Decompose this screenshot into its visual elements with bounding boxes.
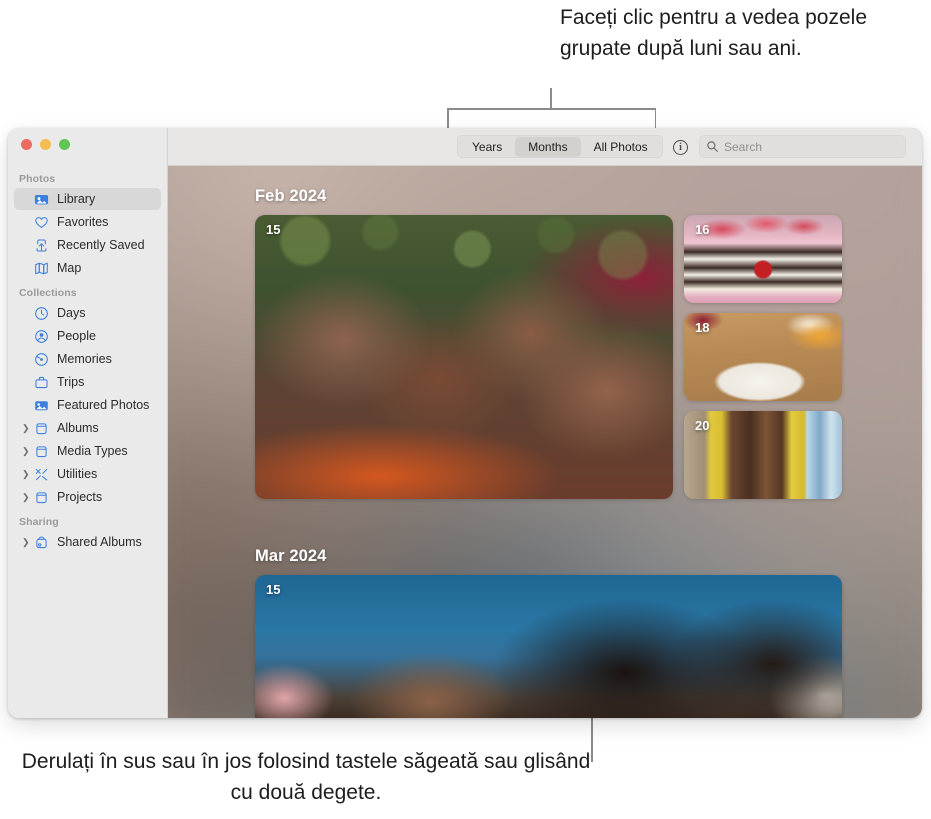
sidebar-item-utilities[interactable]: ❯ Utilities <box>14 463 161 485</box>
chevron-right-icon[interactable]: ❯ <box>22 446 32 456</box>
search-input[interactable]: Search <box>699 135 906 158</box>
sidebar-item-label: Albums <box>57 421 99 435</box>
tools-icon <box>33 467 50 482</box>
chevron-right-icon[interactable]: ❯ <box>22 469 32 479</box>
sidebar-item-days[interactable]: ❯Days <box>14 302 161 324</box>
sidebar-item-label: Featured Photos <box>57 398 150 412</box>
sidebar-item-label: Shared Albums <box>57 535 142 549</box>
clock-icon <box>33 306 50 321</box>
chevron-right-icon[interactable]: ❯ <box>22 423 32 433</box>
sidebar-section-header-sharing: Sharing <box>19 516 59 528</box>
sidebar-item-map[interactable]: ❯Map <box>14 257 161 279</box>
photo-feb-1[interactable]: 16 <box>684 215 842 303</box>
sidebar-item-label: Library <box>57 192 96 206</box>
month-header-mar: Mar 2024 <box>255 547 327 565</box>
segment-months[interactable]: Months <box>515 137 581 156</box>
photo-date-badge: 20 <box>695 418 710 433</box>
suitcase-icon <box>33 375 50 390</box>
sidebar-item-projects[interactable]: ❯ Projects <box>14 486 161 508</box>
photo-date-badge: 16 <box>695 222 710 237</box>
photo-thumbnail <box>255 575 842 718</box>
sidebar-item-label: Projects <box>57 490 103 504</box>
window-traffic-lights <box>21 139 70 150</box>
photo-date-badge: 15 <box>266 222 281 237</box>
featured-photo-icon <box>33 398 50 413</box>
callout-bracket-right-leg <box>654 108 656 129</box>
sidebar-item-memories[interactable]: ❯Memories <box>14 348 161 370</box>
callout-bracket-stem <box>550 88 552 109</box>
sidebar-item-people[interactable]: ❯People <box>14 325 161 347</box>
sidebar: Photos❯Library❯Favorites❯Recently Saved❯… <box>8 128 168 718</box>
sidebar-section-header-collections: Collections <box>19 287 77 299</box>
person-circle-icon <box>33 329 50 344</box>
search-placeholder: Search <box>724 139 763 154</box>
sidebar-item-label: Days <box>57 306 86 320</box>
content-area: Years Months All Photos i Search Feb 202… <box>168 128 922 718</box>
sidebar-item-label: Map <box>57 261 82 275</box>
sidebar-item-library[interactable]: ❯Library <box>14 188 161 210</box>
zoom-button[interactable] <box>59 139 70 150</box>
sidebar-item-recently-saved[interactable]: ❯Recently Saved <box>14 234 161 256</box>
photo-mar-main[interactable]: 15 <box>255 575 842 718</box>
sidebar-item-favorites[interactable]: ❯Favorites <box>14 211 161 233</box>
photo-thumbnail <box>255 215 673 499</box>
sidebar-item-label: Media Types <box>57 444 128 458</box>
photo-date-badge: 18 <box>695 320 710 335</box>
month-header-feb: Feb 2024 <box>255 187 327 205</box>
album-box-icon <box>33 490 50 505</box>
sidebar-section-header-photos: Photos <box>19 173 56 185</box>
search-icon <box>706 140 719 153</box>
toolbar: Years Months All Photos i Search <box>168 128 922 166</box>
photo-feb-3[interactable]: 20 <box>684 411 842 499</box>
sidebar-item-trips[interactable]: ❯Trips <box>14 371 161 393</box>
sidebar-item-label: Memories <box>57 352 112 366</box>
sidebar-item-albums[interactable]: ❯ Albums <box>14 417 161 439</box>
bottom-callout-text: Derulați în sus sau în jos folosind tast… <box>21 750 591 804</box>
callout-bracket-left-leg <box>447 108 449 129</box>
sidebar-item-media-types[interactable]: ❯ Media Types <box>14 440 161 462</box>
memories-icon <box>33 352 50 367</box>
minimize-button[interactable] <box>40 139 51 150</box>
chevron-right-icon[interactable]: ❯ <box>22 537 32 547</box>
segment-all-photos[interactable]: All Photos <box>581 137 661 156</box>
sidebar-item-label: Utilities <box>57 467 98 481</box>
photo-feb-2[interactable]: 18 <box>684 313 842 401</box>
sidebar-item-label: Recently Saved <box>57 238 145 252</box>
photo-grid[interactable]: Feb 2024 15 16 18 20 Mar 2024 15 <box>168 166 922 718</box>
shared-album-icon <box>33 535 50 550</box>
segment-years[interactable]: Years <box>459 137 515 156</box>
photos-app-window: Photos❯Library❯Favorites❯Recently Saved❯… <box>8 128 922 718</box>
sidebar-item-label: People <box>57 329 96 343</box>
info-icon[interactable]: i <box>673 140 688 155</box>
photo-date-badge: 15 <box>266 582 281 597</box>
view-mode-segmented-control[interactable]: Years Months All Photos <box>457 135 663 158</box>
album-box-icon <box>33 421 50 436</box>
top-callout-text: Faceți clic pentru a vedea pozele grupat… <box>560 6 868 60</box>
callout-bracket-horizontal <box>447 108 656 110</box>
screenshot-root: Faceți clic pentru a vedea pozele grupat… <box>0 0 931 819</box>
album-box-icon <box>33 444 50 459</box>
sidebar-item-label: Favorites <box>57 215 109 229</box>
sidebar-scroll-area[interactable]: Photos❯Library❯Favorites❯Recently Saved❯… <box>8 166 167 718</box>
map-icon <box>33 261 50 276</box>
photo-feb-main[interactable]: 15 <box>255 215 673 499</box>
heart-icon <box>33 215 50 230</box>
photos-library-icon <box>33 192 50 207</box>
sidebar-item-shared-albums[interactable]: ❯ Shared Albums <box>14 531 161 553</box>
sidebar-item-featured-photos[interactable]: ❯Featured Photos <box>14 394 161 416</box>
sidebar-item-label: Trips <box>57 375 85 389</box>
close-button[interactable] <box>21 139 32 150</box>
chevron-right-icon[interactable]: ❯ <box>22 492 32 502</box>
recently-saved-icon <box>33 238 50 253</box>
